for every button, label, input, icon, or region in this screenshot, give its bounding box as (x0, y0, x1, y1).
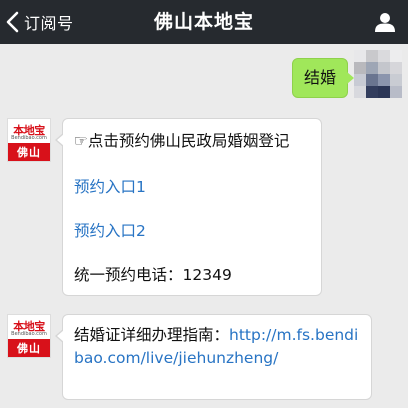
message-text: 点击预约佛山民政局婚姻登记 (87, 132, 290, 150)
account-avatar[interactable]: 本地宝 Bendibao.com 佛山 (7, 314, 51, 358)
pointing-hand-icon: ☞ (74, 132, 88, 150)
avatar-site-text: Bendibao.com (11, 331, 47, 337)
outgoing-message-text: 结婚 (303, 68, 336, 87)
incoming-message-bubble[interactable]: 结婚证详细办理指南：http://m.fs.bendibao.com/live/… (55, 314, 372, 400)
profile-button[interactable] (368, 5, 402, 39)
avatar-site-text: Bendibao.com (11, 135, 47, 141)
account-avatar[interactable]: 本地宝 Bendibao.com 佛山 (7, 118, 51, 162)
page-title: 佛山本地宝 (153, 11, 254, 33)
avatar-city-text: 佛山 (8, 143, 50, 161)
phone-label: 统一预约电话： (74, 266, 183, 284)
guide-prefix-text: 结婚证详细办理指南： (74, 326, 230, 344)
phone-line: 统一预约电话：12349 (74, 263, 232, 285)
top-bar: 订阅号 佛山本地宝 (0, 0, 408, 44)
message-line: ☞点击预约佛山民政局婚姻登记 (74, 129, 289, 151)
user-avatar[interactable] (354, 50, 402, 98)
outgoing-message-bubble[interactable]: 结婚 (291, 58, 355, 98)
phone-number: 12349 (182, 266, 232, 284)
reservation-link-2[interactable]: 预约入口2 (74, 219, 146, 241)
incoming-message-bubble[interactable]: ☞点击预约佛山民政局婚姻登记 预约入口1 预约入口2 统一预约电话：12349 (55, 118, 322, 296)
avatar-city-text: 佛山 (8, 339, 50, 357)
person-icon (375, 13, 395, 32)
reservation-link-1[interactable]: 预约入口1 (74, 175, 146, 197)
